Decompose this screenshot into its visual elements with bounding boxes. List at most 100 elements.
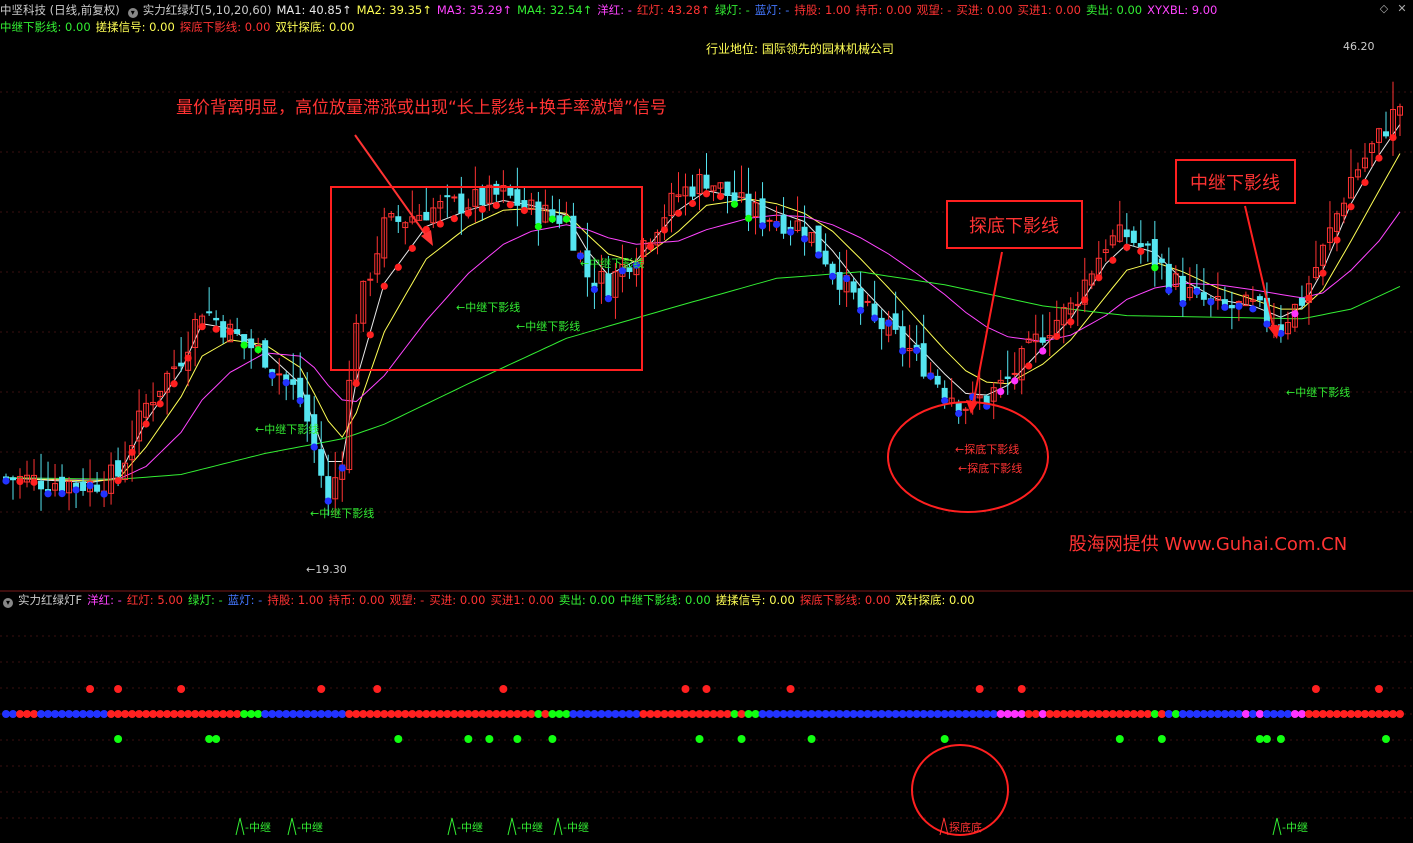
candle-body-73 (514, 189, 521, 206)
sub-state-dot-190 (1332, 710, 1341, 718)
sub-value-2: 绿灯: - (187, 593, 223, 607)
sub-state-dot-111 (779, 710, 788, 718)
sub-state-dot-131 (919, 710, 928, 718)
sub-state-dot-118 (828, 710, 837, 718)
sub-state-dot-133 (933, 710, 942, 718)
sub-state-dot-13 (93, 710, 102, 718)
price-signal-dot-22 (156, 400, 164, 408)
sub-state-dot-181 (1269, 710, 1278, 718)
price-signal-dot-180 (1263, 320, 1271, 328)
price-signal-dot-170 (1193, 287, 1201, 296)
sub-state-dot-84 (590, 710, 599, 718)
sub-state-dot-158 (1108, 710, 1117, 718)
sub-state-dot-109 (765, 710, 774, 718)
candle-body-143 (1004, 376, 1011, 379)
sub-state-dot-186 (1304, 710, 1313, 718)
sub-state-dot-7 (51, 710, 60, 718)
sub-relay-4-spike (553, 817, 563, 836)
high-price-label: 46.20 (1343, 40, 1375, 53)
sub-state-dot-199 (1396, 710, 1404, 718)
candle-body-144 (1011, 372, 1018, 375)
sub-value-9: 卖出: 0.00 (558, 593, 616, 607)
price-signal-dot-172 (1207, 298, 1215, 306)
sub-state-dot-135 (947, 710, 956, 718)
sub-state-dot-20 (142, 710, 151, 718)
sub-state-dot-73 (513, 710, 522, 718)
candle-body-13 (94, 484, 101, 492)
sub-green-dot-13 (1157, 735, 1166, 743)
price-signal-dot-130 (913, 346, 921, 355)
sub-state-dot-117 (821, 710, 830, 718)
sub-state-dot-97 (681, 710, 690, 718)
sub-state-dot-140 (982, 710, 991, 718)
sub-state-dot-165 (1157, 710, 1166, 718)
price-signal-dot-14 (100, 490, 108, 498)
sub-state-dot-91 (639, 710, 648, 718)
candle-body-133 (934, 375, 941, 385)
sub-state-dot-35 (247, 710, 256, 718)
sub-red-dot-3 (317, 685, 326, 693)
candle-body-148 (1039, 337, 1046, 343)
sub-state-dot-78 (548, 710, 557, 718)
sub-state-dot-163 (1143, 710, 1152, 718)
sub-state-dot-95 (667, 710, 676, 718)
sub-state-dot-49 (345, 710, 354, 718)
candle-body-175 (1228, 304, 1235, 309)
sub-state-dot-3 (23, 710, 32, 718)
price-signal-dot-152 (1067, 318, 1075, 326)
sub-state-dot-55 (387, 710, 396, 718)
low-price-label: ←19.30 (306, 563, 347, 576)
candle-body-164 (1151, 239, 1158, 266)
price-signal-dot-18 (128, 448, 136, 456)
candle-body-39 (276, 373, 283, 376)
sub-state-dot-14 (100, 710, 109, 718)
sub-relay-3-label: -中继 (517, 821, 543, 834)
candle-body-11 (80, 481, 87, 491)
main-kline-chart[interactable]: 量价背离明显，高位放量滞涨或出现“长上影线+换手率激增”信号探底下影线 中继下影线… (0, 0, 1413, 592)
price-signal-dot-148 (1039, 347, 1047, 355)
candle-body-43 (304, 394, 311, 422)
sub-state-dot-38 (268, 710, 277, 718)
sub-state-dot-0 (2, 710, 10, 718)
sub-indicator-menu-icon[interactable]: ▾ (3, 598, 13, 608)
sub-state-dot-24 (170, 710, 179, 718)
bottom-tag-0: ←探底下影线 (955, 442, 1019, 456)
sub-state-dot-2 (16, 710, 25, 718)
candle-body-117 (822, 250, 829, 265)
sub-state-dot-25 (177, 710, 186, 718)
sub-state-dot-126 (884, 710, 893, 718)
price-signal-dot-188 (1319, 269, 1327, 277)
annotation-arrow-3 (1244, 205, 1275, 331)
price-signal-dot-56 (394, 263, 402, 271)
sub-state-dot-86 (604, 710, 613, 718)
sub-state-dot-34 (240, 710, 249, 718)
sub-state-dot-191 (1339, 710, 1348, 718)
sub-state-dot-179 (1255, 710, 1264, 718)
price-signal-dot-102 (716, 192, 725, 201)
price-signal-dot-128 (899, 347, 907, 355)
sub-indicator-name[interactable]: 实力红绿灯F (18, 593, 82, 607)
sub-state-dot-63 (443, 710, 452, 718)
sub-state-dot-15 (107, 710, 116, 718)
sub-state-dot-103 (723, 710, 732, 718)
price-signal-dot-126 (885, 319, 893, 327)
sub-green-dot-6 (513, 735, 522, 743)
sub-indicator-panel[interactable]: -中继 -中继 -中继 -中继 -中继 -中继 探底底 (0, 608, 1413, 843)
sub-state-dot-164 (1150, 710, 1159, 718)
sub-green-dot-16 (1276, 735, 1285, 743)
sub-state-dot-183 (1283, 710, 1292, 718)
price-signal-dot-32 (226, 327, 234, 336)
sub-state-dot-94 (660, 710, 669, 718)
sub-state-dot-8 (58, 710, 67, 718)
sub-value-10: 中继下影线: 0.00 (620, 593, 711, 607)
sub-state-dot-178 (1248, 710, 1257, 718)
highlight-ellipse (887, 401, 1049, 513)
price-signal-dot-156 (1095, 274, 1103, 282)
sub-state-dot-59 (415, 710, 424, 718)
candle-body-31 (220, 321, 227, 338)
sub-green-dot-14 (1255, 735, 1264, 743)
candle-body-124 (871, 303, 878, 316)
candle-body-65 (458, 193, 465, 214)
sub-state-dot-112 (786, 710, 795, 718)
price-signal-dot-6 (44, 490, 52, 498)
